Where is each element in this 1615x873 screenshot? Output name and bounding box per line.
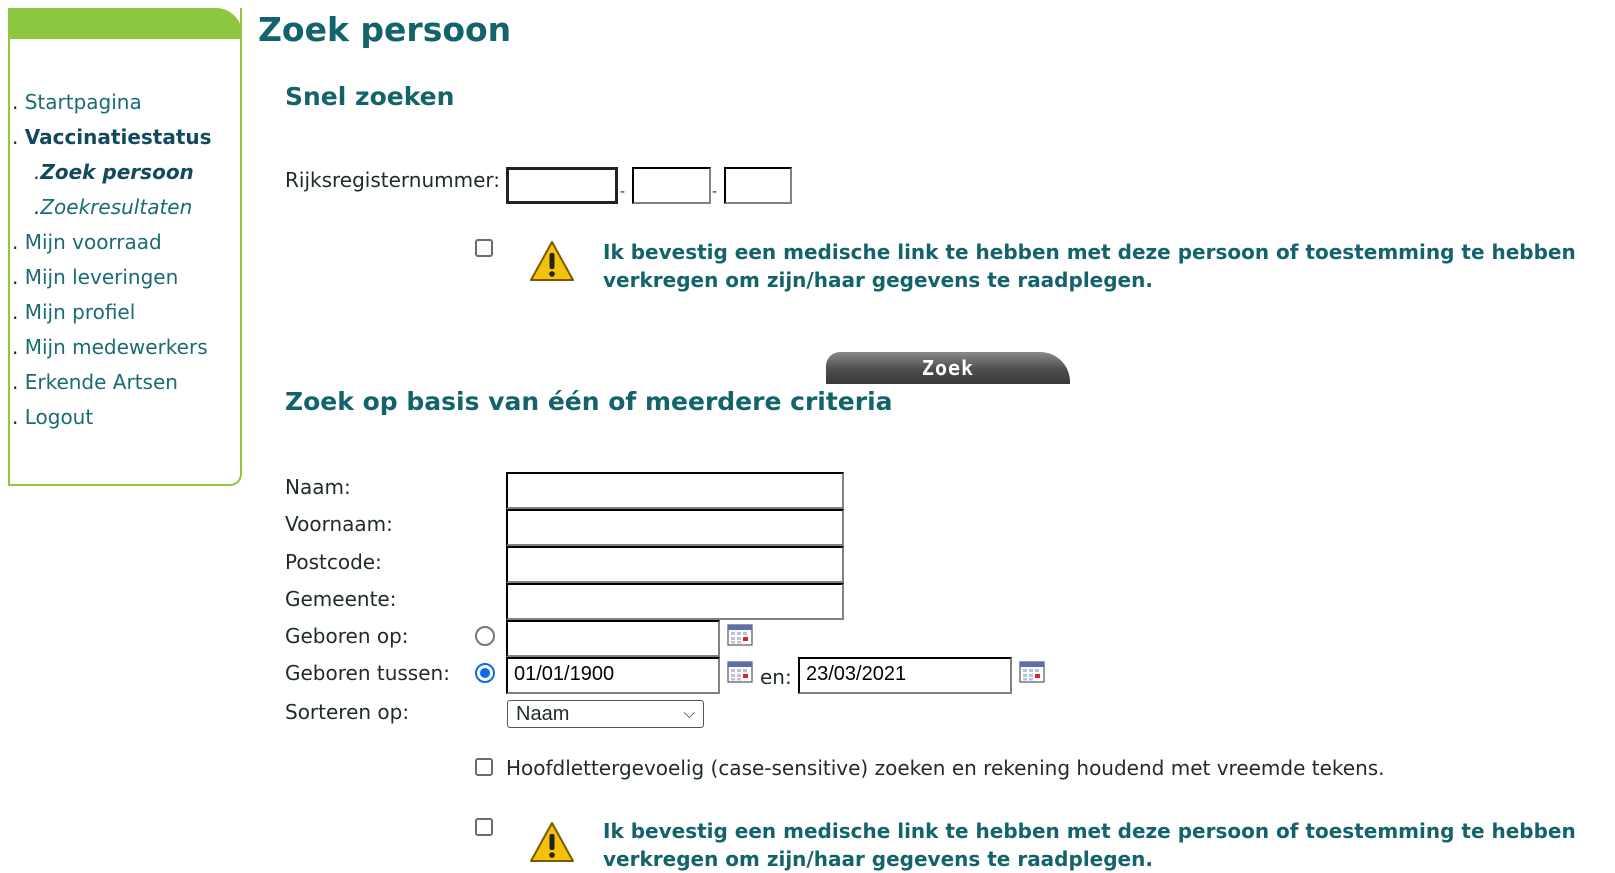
born-between-radio[interactable] — [475, 663, 495, 683]
quick-search-heading: Snel zoeken — [285, 82, 455, 111]
firstname-label: Voornaam: — [285, 512, 393, 536]
sidebar-nav: . Startpagina . Vaccinatiestatus .Zoek p… — [12, 85, 212, 435]
case-sensitive-checkbox[interactable] — [475, 758, 493, 776]
search-button[interactable]: Zoek — [826, 352, 1070, 384]
sidebar-item-label[interactable]: Logout — [25, 405, 93, 429]
chevron-down-icon: ⌵ — [683, 705, 695, 722]
rrn-part3-input[interactable] — [724, 167, 792, 204]
rrn-separator: - — [620, 184, 626, 200]
and-label: en: — [760, 665, 792, 689]
firstname-input[interactable] — [506, 509, 844, 546]
postcode-input[interactable] — [506, 546, 844, 583]
sidebar: . Startpagina . Vaccinatiestatus .Zoek p… — [8, 8, 242, 486]
rrn-label: Rijksregisternummer: — [285, 168, 501, 192]
sidebar-item-label[interactable]: Mijn voorraad — [25, 230, 162, 254]
case-sensitive-text: Hoofdlettergevoelig (case-sensitive) zoe… — [506, 756, 1385, 780]
calendar-icon[interactable] — [727, 624, 753, 646]
rrn-part1-input[interactable] — [506, 167, 618, 204]
consent-text: Ik bevestig een medische link te hebben … — [603, 240, 1576, 292]
postcode-label: Postcode: — [285, 550, 382, 574]
sidebar-header-bar — [8, 8, 242, 39]
born-on-input[interactable] — [506, 620, 720, 657]
municipality-input[interactable] — [506, 583, 844, 620]
sidebar-item-label[interactable]: Zoekresultaten — [40, 195, 192, 219]
sidebar-item-mijn-medewerkers[interactable]: . Mijn medewerkers — [12, 330, 212, 365]
sidebar-item-logout[interactable]: . Logout — [12, 400, 212, 435]
sidebar-item-mijn-leveringen[interactable]: . Mijn leveringen — [12, 260, 212, 295]
sort-select-value: Naam — [516, 703, 570, 725]
rrn-separator: - — [712, 184, 718, 200]
name-input[interactable] — [506, 472, 844, 509]
sidebar-item-zoekresultaten[interactable]: .Zoekresultaten — [12, 190, 212, 225]
born-between-to-input[interactable]: 23/03/2021 — [798, 657, 1012, 694]
name-label: Naam: — [285, 475, 351, 499]
sidebar-item-label[interactable]: Vaccinatiestatus — [25, 125, 212, 149]
criteria-search-heading: Zoek op basis van één of meerdere criter… — [285, 387, 893, 416]
sort-select[interactable]: Naam ⌵ — [507, 700, 704, 728]
sidebar-item-vaccinatiestatus[interactable]: . Vaccinatiestatus — [12, 120, 212, 155]
consent-checkbox-2[interactable] — [475, 818, 493, 836]
sidebar-item-zoek-persoon[interactable]: .Zoek persoon — [12, 155, 212, 190]
sort-label: Sorteren op: — [285, 700, 410, 724]
consent-checkbox[interactable] — [475, 239, 493, 257]
sidebar-item-label[interactable]: Mijn profiel — [25, 300, 136, 324]
municipality-label: Gemeente: — [285, 587, 397, 611]
rrn-part2-input[interactable] — [632, 167, 711, 204]
sidebar-item-label[interactable]: Zoek persoon — [40, 160, 193, 184]
warning-icon — [530, 241, 574, 281]
warning-icon — [530, 822, 574, 862]
born-between-from-input[interactable]: 01/01/1900 — [506, 657, 720, 694]
page-title: Zoek persoon — [258, 10, 512, 49]
sidebar-item-mijn-profiel[interactable]: . Mijn profiel — [12, 295, 212, 330]
born-on-radio[interactable] — [475, 626, 495, 646]
sidebar-item-startpagina[interactable]: . Startpagina — [12, 85, 212, 120]
calendar-icon[interactable] — [1019, 661, 1045, 683]
sidebar-item-mijn-voorraad[interactable]: . Mijn voorraad — [12, 225, 212, 260]
born-on-label: Geboren op: — [285, 624, 409, 648]
consent-text-2: Ik bevestig een medische link te hebben … — [603, 819, 1576, 871]
calendar-icon[interactable] — [727, 661, 753, 683]
sidebar-item-label[interactable]: Erkende Artsen — [25, 370, 178, 394]
sidebar-item-erkende-artsen[interactable]: . Erkende Artsen — [12, 365, 212, 400]
sidebar-item-label[interactable]: Mijn medewerkers — [25, 335, 208, 359]
sidebar-item-label[interactable]: Mijn leveringen — [25, 265, 179, 289]
sidebar-item-label[interactable]: Startpagina — [25, 90, 142, 114]
born-between-label: Geboren tussen: — [285, 661, 450, 685]
